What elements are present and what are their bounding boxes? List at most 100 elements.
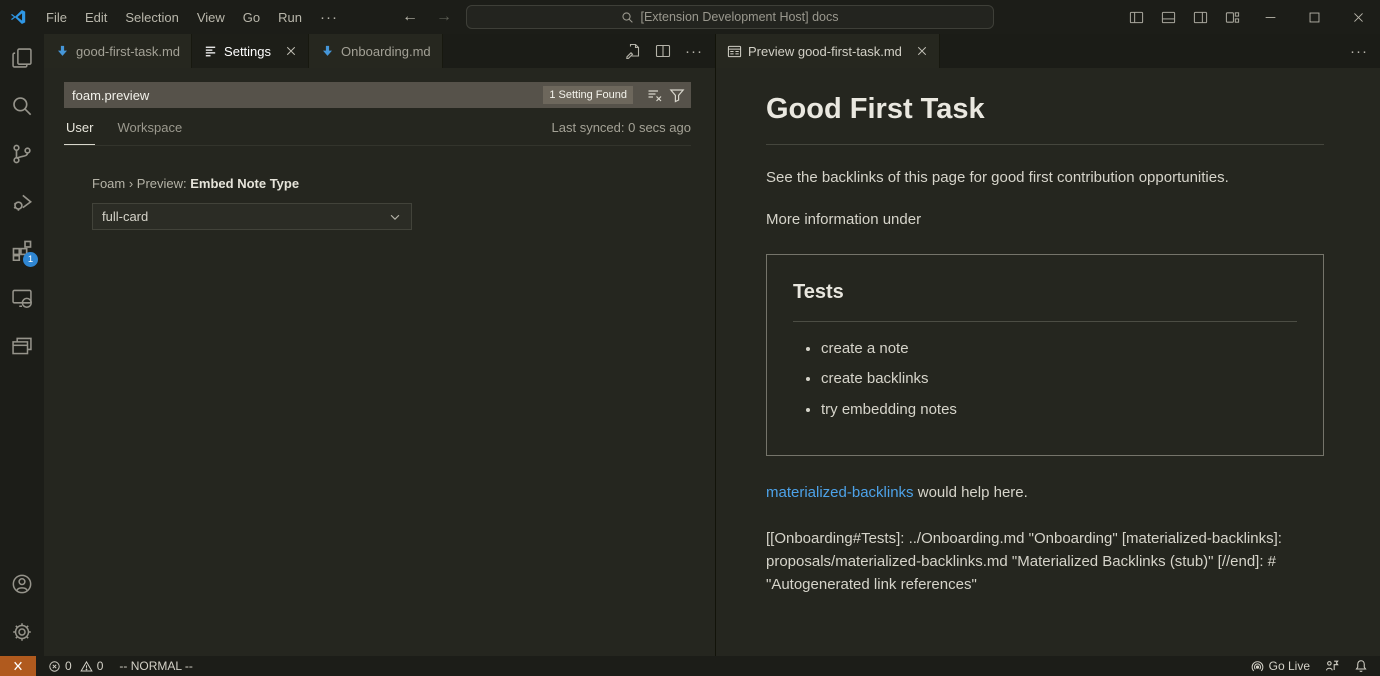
right-tab-strip: Preview good-first-task.md ···	[716, 34, 1380, 68]
toggle-panel-icon[interactable]	[1152, 0, 1184, 34]
select-value: full-card	[102, 209, 148, 224]
markdown-preview: Good First Task See the backlinks of thi…	[716, 68, 1380, 656]
source-control-icon[interactable]	[0, 130, 44, 178]
tab-label: Onboarding.md	[341, 44, 431, 59]
customize-layout-icon[interactable]	[1216, 0, 1248, 34]
tab-label: Settings	[224, 44, 271, 59]
search-view-icon[interactable]	[0, 82, 44, 130]
editor-group-left: good-first-task.md Settings Onboarding.m…	[44, 34, 716, 656]
link-references-paragraph: [[Onboarding#Tests]: ../Onboarding.md "O…	[766, 527, 1324, 597]
last-synced-label: Last synced: 0 secs ago	[552, 120, 691, 145]
backlink-paragraph: materialized-backlinks would help here.	[766, 482, 1324, 505]
menu-run[interactable]: Run	[269, 6, 311, 29]
clear-settings-search-icon[interactable]	[647, 87, 663, 103]
warning-count: 0	[97, 659, 104, 673]
command-center-label: [Extension Development Host] docs	[640, 10, 838, 24]
live-share-icon[interactable]	[1325, 659, 1339, 673]
error-count: 0	[65, 659, 72, 673]
explorer-icon[interactable]	[0, 34, 44, 82]
setting-category: Foam › Preview:	[92, 176, 190, 191]
editor-group-right: Preview good-first-task.md ··· Good Firs…	[716, 34, 1380, 656]
scope-tab-workspace[interactable]: Workspace	[115, 120, 184, 145]
setting-item-embed-note-type: Foam › Preview: Embed Note Type full-car…	[92, 176, 691, 230]
filter-settings-icon[interactable]	[669, 87, 685, 103]
close-tab-icon[interactable]	[285, 45, 297, 57]
broadcast-icon	[1251, 660, 1264, 673]
vscode-logo-icon	[9, 8, 27, 26]
remote-explorer-icon[interactable]	[0, 274, 44, 322]
embed-note-type-select[interactable]: full-card	[92, 203, 412, 230]
accounts-icon[interactable]	[0, 560, 44, 608]
preview-title: Good First Task	[766, 88, 1324, 145]
split-editor-icon[interactable]	[655, 43, 671, 59]
settings-gear-icon[interactable]	[0, 608, 44, 656]
menu-edit[interactable]: Edit	[76, 6, 116, 29]
tab-label: Preview good-first-task.md	[748, 44, 902, 59]
markdown-file-icon	[55, 44, 70, 59]
nav-back-icon[interactable]: ←	[398, 8, 422, 26]
menu-selection[interactable]: Selection	[116, 6, 187, 29]
nav-forward-icon[interactable]: →	[432, 8, 456, 26]
menu-view[interactable]: View	[188, 6, 234, 29]
right-editor-actions: ···	[1338, 34, 1380, 68]
tab-onboarding[interactable]: Onboarding.md	[309, 34, 443, 68]
go-live-button[interactable]: Go Live	[1251, 659, 1310, 673]
menu-go[interactable]: Go	[234, 6, 269, 29]
vim-mode-indicator[interactable]: -- NORMAL --	[119, 659, 193, 673]
tests-heading: Tests	[793, 277, 1297, 322]
tab-good-first-task[interactable]: good-first-task.md	[44, 34, 192, 68]
setting-name: Embed Note Type	[190, 176, 299, 191]
toggle-secondary-sidebar-icon[interactable]	[1184, 0, 1216, 34]
maximize-button[interactable]	[1292, 0, 1336, 34]
markdown-file-icon	[320, 44, 335, 59]
go-live-label: Go Live	[1269, 659, 1310, 673]
tab-settings[interactable]: Settings	[192, 34, 309, 68]
left-editor-actions: ···	[613, 34, 715, 68]
remote-indicator[interactable]	[0, 656, 36, 676]
extensions-badge: 1	[23, 252, 38, 267]
list-item: create a note	[821, 338, 1297, 361]
materialized-backlinks-link[interactable]: materialized-backlinks	[766, 484, 914, 501]
close-tab-icon[interactable]	[916, 45, 928, 57]
status-bar: 0 0 -- NORMAL -- Go Live	[0, 656, 1380, 676]
toggle-primary-sidebar-icon[interactable]	[1120, 0, 1152, 34]
warning-icon	[80, 660, 93, 673]
close-window-button[interactable]	[1336, 0, 1380, 34]
menu-file[interactable]: File	[37, 6, 76, 29]
open-preview-icon	[727, 44, 742, 59]
open-settings-json-icon[interactable]	[625, 43, 641, 59]
left-tab-strip: good-first-task.md Settings Onboarding.m…	[44, 34, 715, 68]
command-center-search[interactable]: [Extension Development Host] docs	[466, 5, 994, 29]
remote-icon	[11, 659, 25, 673]
extensions-icon[interactable]: 1	[0, 226, 44, 274]
preview-more-info: More information under	[766, 209, 1324, 232]
activity-bar: 1	[0, 34, 44, 656]
tab-label: good-first-task.md	[76, 44, 180, 59]
scope-tab-user[interactable]: User	[64, 120, 95, 145]
settings-search-input[interactable]: foam.preview 1 Setting Found	[64, 82, 691, 108]
tests-list: create a note create backlinks try embed…	[793, 338, 1297, 422]
setting-label: Foam › Preview: Embed Note Type	[92, 176, 691, 191]
stacked-windows-icon[interactable]	[0, 322, 44, 370]
notifications-bell-icon[interactable]	[1354, 659, 1368, 673]
error-icon	[48, 660, 61, 673]
title-bar: File Edit Selection View Go Run ··· ← → …	[0, 0, 1380, 34]
embedded-note-card: Tests create a note create backlinks try…	[766, 254, 1324, 457]
search-icon	[621, 11, 634, 24]
settings-scope-tabs: User Workspace Last synced: 0 secs ago	[64, 108, 691, 146]
settings-results-badge: 1 Setting Found	[543, 86, 633, 104]
list-item: create backlinks	[821, 368, 1297, 391]
menu-overflow-button[interactable]: ···	[311, 6, 347, 29]
chevron-down-icon	[388, 210, 402, 224]
activity-bar-spacer	[0, 370, 44, 560]
preview-intro: See the backlinks of this page for good …	[766, 167, 1324, 190]
settings-list-icon	[203, 44, 218, 59]
minimize-button[interactable]	[1248, 0, 1292, 34]
more-actions-icon[interactable]: ···	[1350, 44, 1368, 59]
run-and-debug-icon[interactable]	[0, 178, 44, 226]
backlink-suffix: would help here.	[914, 484, 1028, 501]
settings-editor: foam.preview 1 Setting Found User Worksp…	[44, 68, 715, 656]
more-actions-icon[interactable]: ···	[685, 44, 703, 59]
problems-indicator[interactable]: 0 0	[48, 659, 103, 673]
tab-preview-good-first-task[interactable]: Preview good-first-task.md	[716, 34, 940, 68]
